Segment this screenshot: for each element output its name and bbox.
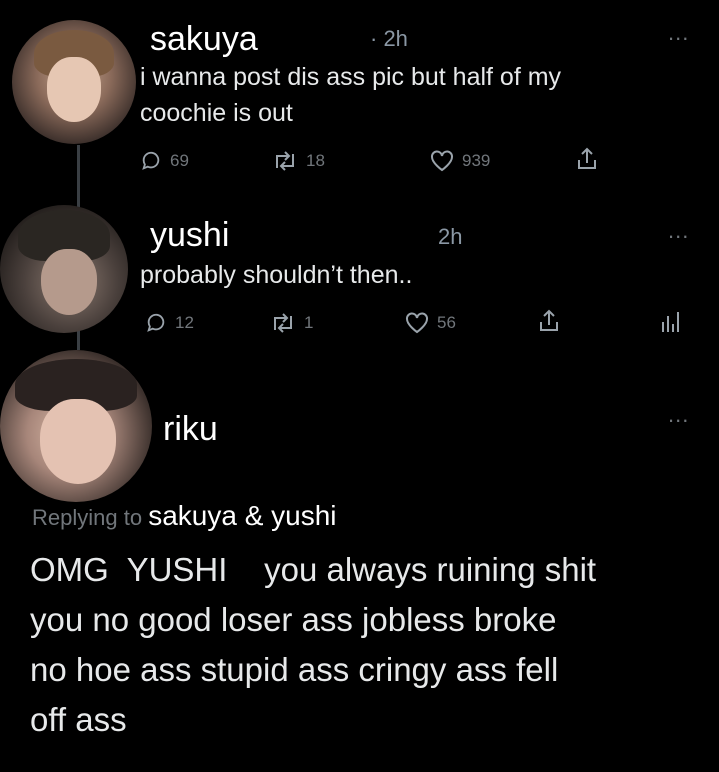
tweet-text-line: i wanna post dis ass pic but half of my [140,63,562,91]
heart-icon [406,312,428,334]
more-icon[interactable]: ... [668,404,689,426]
reply-button[interactable]: 69 [140,150,189,172]
retweet-button[interactable]: 1 [270,312,313,334]
tweet-text-line: coochie is out [140,99,293,127]
replying-to: Replying to sakuya & yushi [32,502,337,530]
retweet-icon [276,151,294,171]
tweet-text-line: off ass [30,701,127,738]
replying-names[interactable]: sakuya & yushi [148,500,336,531]
retweet-button[interactable]: 18 [272,150,325,172]
reply-icon [147,313,165,332]
reply-icon [142,151,160,170]
retweet-count: 18 [306,151,325,170]
like-button[interactable]: 56 [405,312,456,334]
reply-count: 69 [170,151,189,170]
display-name[interactable]: yushi [150,218,229,252]
analytics-icon [662,312,679,332]
retweet-icon [274,313,292,333]
tweet-text-line: OMG YUSHI you always ruining shit [30,551,597,588]
avatar-face [39,398,116,484]
retweet-count: 1 [304,313,314,332]
thread-line [77,145,80,207]
share-icon [540,309,558,331]
more-icon[interactable]: ... [668,220,689,242]
share-button[interactable] [537,308,561,334]
avatar[interactable] [0,350,152,502]
heart-icon [431,150,453,172]
timestamp[interactable]: 2h [438,226,462,248]
display-name[interactable]: sakuya [150,22,258,56]
avatar[interactable] [0,205,128,333]
share-button[interactable] [575,146,599,172]
avatar[interactable] [12,20,136,144]
avatar-face [40,248,98,316]
more-icon[interactable]: ... [668,22,689,44]
tweet-text-line: probably shouldn’t then.. [140,261,413,289]
reply-count: 12 [175,313,194,332]
display-name[interactable]: riku [163,412,218,446]
reply-button[interactable]: 12 [145,312,194,334]
analytics-button[interactable] [660,310,680,334]
replying-label: Replying to [32,505,143,530]
share-icon [578,147,596,169]
tweet-text-line: no hoe ass stupid ass cringy ass fell [30,651,559,688]
timestamp[interactable]: · 2h [370,28,408,50]
tweet-text-line: you no good loser ass jobless broke [30,601,557,638]
avatar-face [46,57,102,122]
like-count: 939 [462,151,491,170]
like-button[interactable]: 939 [430,150,490,172]
like-count: 56 [437,313,456,332]
